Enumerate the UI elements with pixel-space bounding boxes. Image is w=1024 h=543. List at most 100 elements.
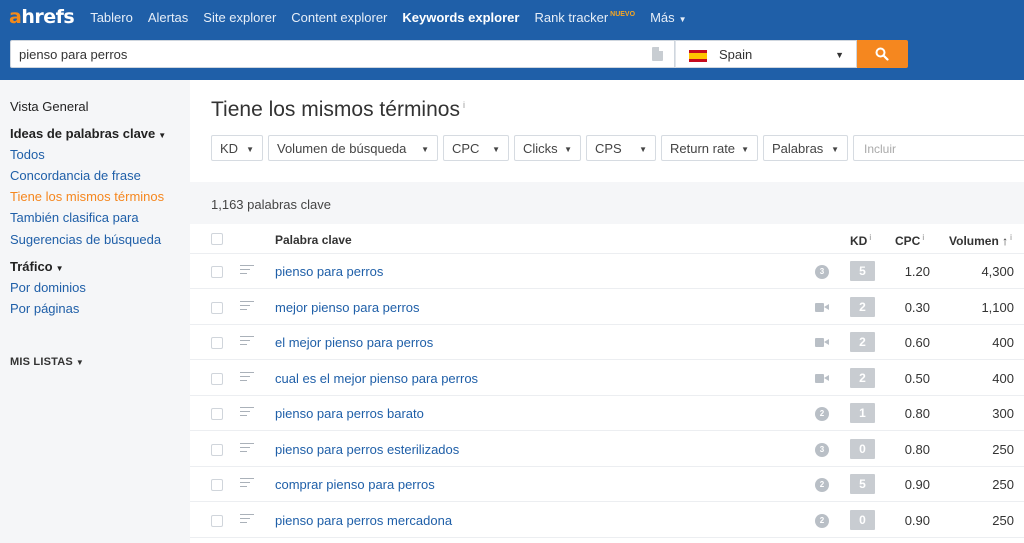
search-bar: Spain ▼	[0, 34, 1024, 80]
filter-return-rate[interactable]: Return rate ▼	[661, 135, 758, 161]
filter-palabras[interactable]: Palabras ▼	[763, 135, 848, 161]
table-row: mejor pienso para perros 2 0.30 1,100	[190, 290, 1024, 325]
sidebar-heading-mis-listas[interactable]: MIS LISTAS ▼	[10, 356, 84, 368]
add-to-list-icon[interactable]	[240, 300, 254, 313]
nav-item-rank-tracker[interactable]: Rank tracker NUEVO	[534, 10, 635, 25]
search-button[interactable]	[857, 40, 908, 68]
chevron-down-icon: ▼	[55, 264, 64, 273]
row-checkbox[interactable]	[211, 301, 223, 314]
sidebar-item-vista-general[interactable]: Vista General	[10, 99, 89, 114]
column-header-kd[interactable]: KD i	[850, 233, 871, 248]
keyword-link[interactable]: comprar pienso para perros	[275, 477, 435, 492]
chevron-down-icon: ▼	[831, 145, 839, 154]
nav-item-site-explorer[interactable]: Site explorer	[203, 10, 276, 25]
keyword-link[interactable]: pienso para perros esterilizados	[275, 442, 459, 457]
row-checkbox[interactable]	[211, 443, 223, 456]
add-to-list-icon[interactable]	[240, 442, 254, 455]
chevron-down-icon: ▼	[835, 50, 844, 60]
info-icon[interactable]: i	[463, 100, 465, 110]
volume-value: 250	[992, 441, 1014, 457]
row-checkbox[interactable]	[211, 514, 223, 527]
table-row: pienso para perros 3 5 1.20 4,300	[190, 254, 1024, 289]
row-checkbox[interactable]	[211, 266, 223, 278]
serp-feature-icon[interactable]: 3	[815, 265, 829, 279]
add-to-list-icon[interactable]	[240, 478, 254, 490]
nav-item-content-explorer[interactable]: Content explorer	[291, 10, 387, 25]
document-icon[interactable]	[652, 47, 663, 61]
kd-badge: 5	[850, 261, 875, 281]
cpc-value: 0.80	[904, 406, 930, 421]
column-header-cpc[interactable]: CPC i	[895, 233, 924, 248]
add-to-list-icon[interactable]	[240, 513, 254, 526]
top-navigation: a hrefs Tablero Alertas Site explorer Con…	[0, 0, 1024, 34]
nav-item-keywords-explorer[interactable]: Keywords explorer	[402, 10, 519, 25]
row-checkbox[interactable]	[211, 337, 223, 349]
keyword-link[interactable]: mejor pienso para perros	[275, 300, 420, 315]
serp-feature-icon[interactable]: 2	[815, 513, 829, 528]
column-header-keyword[interactable]: Palabra clave	[275, 233, 352, 247]
video-icon[interactable]	[815, 302, 829, 312]
keyword-link[interactable]: el mejor pienso para perros	[275, 335, 433, 350]
add-to-list-icon[interactable]	[240, 407, 254, 419]
keyword-link[interactable]: cual es el mejor pienso para perros	[275, 371, 478, 386]
kd-badge: 5	[850, 474, 875, 494]
cpc-value: 0.90	[904, 477, 930, 492]
row-checkbox[interactable]	[211, 372, 223, 385]
kd-badge: 1	[850, 403, 875, 423]
sidebar-item-todos[interactable]: Todos	[10, 147, 45, 162]
cpc-value: 0.80	[904, 441, 930, 457]
add-to-list-icon[interactable]	[240, 371, 254, 384]
filter-cps[interactable]: CPS ▼	[586, 135, 656, 161]
ahrefs-logo[interactable]: a hrefs	[9, 6, 75, 28]
sidebar-item-por-dominios[interactable]: Por dominios	[10, 280, 86, 295]
main-content: Tiene los mismos términos i KD ▼ Volumen d…	[190, 80, 1024, 543]
add-to-list-icon[interactable]	[240, 265, 254, 277]
table-header: Palabra clave KD i CPC i Volumen ↑ i	[190, 224, 1024, 254]
add-to-list-icon[interactable]	[240, 336, 254, 348]
sidebar-item-mismos-terminos[interactable]: Tiene los mismos términos	[10, 189, 164, 204]
sidebar-heading-ideas[interactable]: Ideas de palabras clave ▼	[10, 126, 166, 141]
keyword-link[interactable]: pienso para perros mercadona	[275, 513, 452, 528]
filter-volumen[interactable]: Volumen de búsqueda ▼	[268, 135, 438, 161]
nav-item-tablero[interactable]: Tablero	[90, 10, 133, 25]
row-checkbox[interactable]	[211, 408, 223, 420]
filter-cpc[interactable]: CPC ▼	[443, 135, 509, 161]
table-row: pienso para perros esterilizados 3 0 0.80 25…	[190, 432, 1024, 467]
volume-value: 400	[992, 335, 1014, 350]
volume-value: 400	[992, 370, 1014, 386]
sidebar-item-por-paginas[interactable]: Por páginas	[10, 301, 79, 316]
cpc-value: 0.30	[904, 299, 930, 315]
sidebar-item-sugerencias[interactable]: Sugerencias de búsqueda	[10, 232, 161, 247]
volume-value: 300	[992, 406, 1014, 421]
keyword-link[interactable]: pienso para perros	[275, 264, 383, 279]
filter-kd[interactable]: KD ▼	[211, 135, 263, 161]
chevron-down-icon: ▼	[421, 145, 429, 154]
chevron-down-icon: ▼	[75, 358, 85, 367]
nav-item-alertas[interactable]: Alertas	[148, 10, 188, 25]
kd-badge: 0	[850, 509, 875, 530]
keyword-search-input[interactable]	[19, 47, 619, 62]
serp-feature-icon[interactable]: 2	[815, 407, 829, 421]
nav-item-mas[interactable]: Más ▼	[650, 10, 686, 25]
serp-feature-icon[interactable]: 2	[815, 478, 829, 492]
sidebar-item-concordancia[interactable]: Concordancia de frase	[10, 168, 141, 183]
sidebar-heading-trafico[interactable]: Tráfico ▼	[10, 259, 64, 274]
table-row: el mejor pienso para perros 2 0.60 400	[190, 325, 1024, 360]
keyword-link[interactable]: pienso para perros barato	[275, 406, 424, 421]
sidebar: Vista General Ideas de palabras clave ▼ T…	[0, 80, 190, 543]
column-header-volume[interactable]: Volumen ↑ i	[949, 233, 1012, 248]
video-icon[interactable]	[815, 373, 829, 383]
country-select[interactable]: Spain ▼	[675, 40, 857, 68]
sidebar-item-tambien-clasifica[interactable]: También clasifica para	[10, 210, 139, 225]
filter-clicks[interactable]: Clicks ▼	[514, 135, 581, 161]
kd-badge: 2	[850, 367, 875, 388]
select-all-checkbox[interactable]	[211, 233, 223, 245]
search-icon	[875, 47, 889, 61]
volume-value: 1,100	[981, 299, 1014, 315]
video-icon[interactable]	[815, 338, 829, 347]
kd-badge: 2	[850, 296, 875, 317]
row-checkbox[interactable]	[211, 479, 223, 491]
include-input[interactable]: Incluir	[853, 135, 1024, 161]
serp-feature-icon[interactable]: 3	[815, 442, 829, 457]
chevron-down-icon: ▼	[158, 131, 167, 140]
